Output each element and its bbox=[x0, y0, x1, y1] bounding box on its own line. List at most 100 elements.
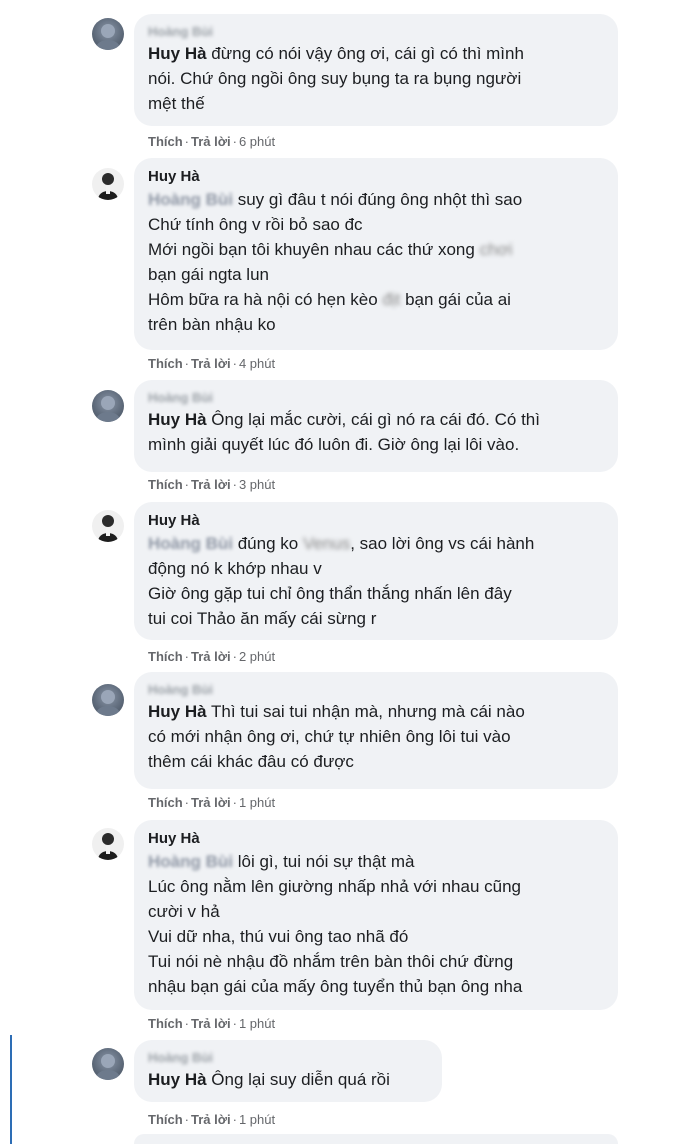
comment-author[interactable]: Huy Hà bbox=[148, 511, 604, 531]
reply-button[interactable]: Trả lời bbox=[191, 1112, 231, 1127]
separator: · bbox=[232, 649, 237, 664]
separator: · bbox=[232, 356, 237, 371]
like-button[interactable]: Thích bbox=[148, 1112, 183, 1127]
comment-author[interactable]: Huy Hà bbox=[148, 829, 604, 849]
avatar[interactable] bbox=[92, 168, 124, 200]
user-photo-icon bbox=[98, 173, 118, 200]
comment-time[interactable]: 1 phút bbox=[239, 1016, 275, 1031]
avatar[interactable] bbox=[92, 390, 124, 422]
mention-link[interactable]: Hoàng Bùi bbox=[148, 534, 233, 553]
comment-bubble: Hoàng Bùi Huy Hà Thì tui sai tui nhận mà… bbox=[134, 672, 618, 789]
user-photo-icon bbox=[98, 833, 118, 860]
comment-bubble: Huy Hà Hoàng Bùi suy gì đâu t nói đúng ô… bbox=[134, 158, 618, 350]
comment-thread: Hoàng Bùi Huy Hà đừng có nói vậy ông ơi,… bbox=[0, 0, 675, 1144]
comment-text: Ông lại mắc cười, cái gì nó ra cái đó. C… bbox=[206, 410, 540, 429]
comment-bubble: Hoàng Bùi Huy Hà đừng có nói vậy ông ơi,… bbox=[134, 14, 618, 126]
comment-line: nói. Chứ ông ngồi ông suy bụng ta ra bụn… bbox=[148, 69, 522, 88]
comment-actions: Thích · Trả lời · 2 phút bbox=[148, 649, 275, 665]
like-button[interactable]: Thích bbox=[148, 356, 183, 371]
comment-author[interactable]: Hoàng Bùi bbox=[148, 1049, 428, 1067]
comment-line: tui coi Thảo ăn mấy cái sừng r bbox=[148, 609, 377, 628]
comment-time[interactable]: 3 phút bbox=[239, 477, 275, 492]
avatar[interactable] bbox=[92, 1048, 124, 1080]
comment-author[interactable]: Hoàng Bùi bbox=[148, 681, 604, 699]
separator: · bbox=[232, 795, 237, 810]
comment-actions: Thích · Trả lời · 1 phút bbox=[148, 1016, 275, 1032]
comment-line: có mới nhận ông ơi, chứ tự nhiên ông lôi… bbox=[148, 727, 511, 746]
comment-actions: Thích · Trả lời · 1 phút bbox=[148, 1112, 275, 1128]
comment-text: Mới ngồi bạn tôi khuyên nhau các thứ xon… bbox=[148, 240, 480, 259]
avatar[interactable] bbox=[92, 18, 124, 50]
avatar[interactable] bbox=[92, 828, 124, 860]
comment-line: Lúc ông nằm lên giường nhấp nhả với nhau… bbox=[148, 877, 521, 896]
separator: · bbox=[232, 477, 237, 492]
comment-text: suy gì đâu t nói đúng ông nhột thì sao bbox=[233, 190, 523, 209]
comment-author[interactable]: Huy Hà bbox=[148, 167, 604, 187]
separator: · bbox=[184, 795, 190, 810]
like-button[interactable]: Thích bbox=[148, 477, 183, 492]
separator: · bbox=[184, 134, 190, 149]
comment-text: Thì tui sai tui nhận mà, nhưng mà cái nà… bbox=[206, 702, 525, 721]
comment-text: Hôm bữa ra hà nội có hẹn kèo bbox=[148, 290, 383, 309]
mention-link[interactable]: Hoàng Bùi bbox=[148, 190, 233, 209]
comment-author[interactable]: Hoàng Bùi bbox=[148, 389, 604, 407]
comment-actions: Thích · Trả lời · 6 phút bbox=[148, 134, 275, 150]
avatar[interactable] bbox=[92, 684, 124, 716]
mention-link[interactable]: Hoàng Bùi bbox=[148, 852, 233, 871]
like-button[interactable]: Thích bbox=[148, 795, 183, 810]
comment-line: Hoàng Bùi suy gì đâu t nói đúng ông nhột… bbox=[148, 187, 604, 212]
comment-bubble: Hoàng Bùi Huy Hà Ông lại mắc cười, cái g… bbox=[134, 380, 618, 472]
user-photo-icon bbox=[96, 690, 120, 716]
reply-button[interactable]: Trả lời bbox=[191, 477, 231, 492]
user-photo-icon bbox=[98, 515, 118, 542]
comment-bubble: Hoàng Bùi Huy Hà Ông lại suy diễn quá rồ… bbox=[134, 1040, 442, 1102]
comment-author[interactable]: Hoàng Bùi bbox=[148, 23, 604, 41]
reply-button[interactable]: Trả lời bbox=[191, 1016, 231, 1031]
reply-button[interactable]: Trả lời bbox=[191, 795, 231, 810]
comment-line: Vui dữ nha, thú vui ông tao nhã đó bbox=[148, 927, 409, 946]
comment-line: Mới ngồi bạn tôi khuyên nhau các thứ xon… bbox=[148, 237, 604, 262]
reply-button[interactable]: Trả lời bbox=[191, 356, 231, 371]
comment-line: Tui nói nè nhậu đồ nhắm trên bàn thôi ch… bbox=[148, 952, 514, 971]
comment-line: bạn gái ngta lun bbox=[148, 265, 269, 284]
mention-link[interactable]: Huy Hà bbox=[148, 1070, 207, 1089]
like-button[interactable]: Thích bbox=[148, 134, 183, 149]
comment-actions: Thích · Trả lời · 1 phút bbox=[148, 795, 275, 811]
comment-line: nhậu bạn gái của mấy ông tuyển thủ bạn ô… bbox=[148, 977, 523, 996]
user-photo-icon bbox=[96, 1054, 120, 1080]
like-button[interactable]: Thích bbox=[148, 649, 183, 664]
mention-link[interactable]: Huy Hà bbox=[148, 410, 207, 429]
comment-line: Huy Hà đừng có nói vậy ông ơi, cái gì có… bbox=[148, 41, 604, 66]
like-button[interactable]: Thích bbox=[148, 1016, 183, 1031]
reply-button[interactable]: Trả lời bbox=[191, 134, 231, 149]
separator: · bbox=[232, 1016, 237, 1031]
comment-time[interactable]: 2 phút bbox=[239, 649, 275, 664]
comment-text: đừng có nói vậy ông ơi, cái gì có thì mì… bbox=[206, 44, 524, 63]
reply-button[interactable]: Trả lời bbox=[191, 649, 231, 664]
comment-line: động nó k khớp nhau v bbox=[148, 559, 322, 578]
next-comment-bubble bbox=[134, 1134, 618, 1144]
user-photo-icon bbox=[96, 396, 120, 422]
comment-time[interactable]: 6 phút bbox=[239, 134, 275, 149]
comment-time[interactable]: 1 phút bbox=[239, 1112, 275, 1127]
separator: · bbox=[184, 356, 190, 371]
comment-text: lôi gì, tui nói sự thật mà bbox=[233, 852, 415, 871]
separator: · bbox=[184, 649, 190, 664]
comment-time[interactable]: 4 phút bbox=[239, 356, 275, 371]
mention-link[interactable]: Huy Hà bbox=[148, 44, 207, 63]
comment-line: Huy Hà Ông lại suy diễn quá rồi bbox=[148, 1067, 428, 1092]
mention-link[interactable]: Huy Hà bbox=[148, 702, 207, 721]
comment-time[interactable]: 1 phút bbox=[239, 795, 275, 810]
separator: · bbox=[232, 1112, 237, 1127]
comment-line: Hoàng Bùi lôi gì, tui nói sự thật mà bbox=[148, 849, 604, 874]
separator: · bbox=[184, 1112, 190, 1127]
thread-indicator-line bbox=[10, 1035, 12, 1144]
comment-line: Huy Hà Ông lại mắc cười, cái gì nó ra cá… bbox=[148, 407, 604, 432]
comment-bubble: Huy Hà Hoàng Bùi đúng ko Venus, sao lời … bbox=[134, 502, 618, 640]
comment-line: mệt thế bbox=[148, 94, 205, 113]
censored-word: Venus bbox=[302, 534, 351, 553]
separator: · bbox=[184, 1016, 190, 1031]
user-photo-icon bbox=[96, 24, 120, 50]
avatar[interactable] bbox=[92, 510, 124, 542]
comment-line: trên bàn nhậu ko bbox=[148, 315, 276, 334]
